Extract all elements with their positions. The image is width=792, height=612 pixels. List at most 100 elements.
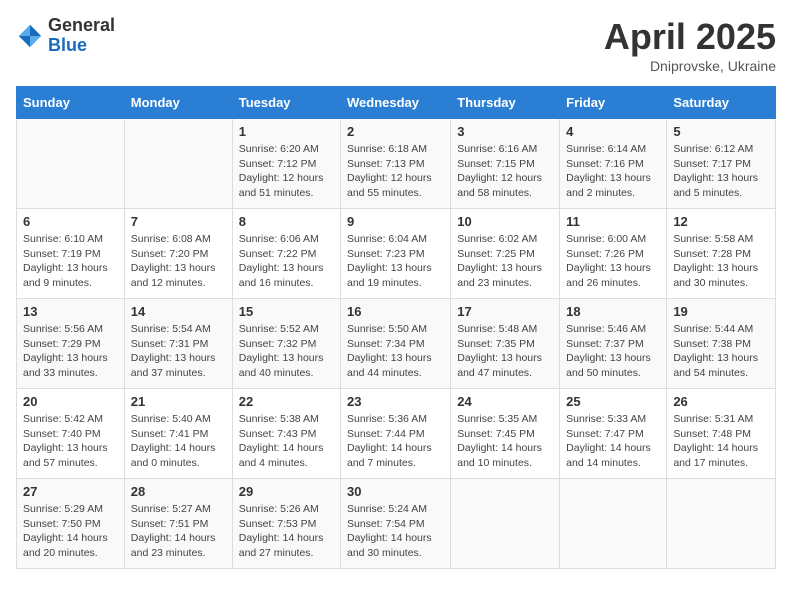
cell-0-4: 3 Sunrise: 6:16 AM Sunset: 7:15 PM Daylig… xyxy=(451,119,560,209)
cell-0-6: 5 Sunrise: 6:12 AM Sunset: 7:17 PM Daylig… xyxy=(667,119,776,209)
month-title: April 2025 xyxy=(604,16,776,58)
day-number-26: 26 xyxy=(673,394,769,409)
day-number-23: 23 xyxy=(347,394,444,409)
header: General Blue April 2025 Dniprovske, Ukra… xyxy=(16,16,776,74)
day-info-23: Sunrise: 5:36 AM Sunset: 7:44 PM Dayligh… xyxy=(347,412,444,471)
day-info-26: Sunrise: 5:31 AM Sunset: 7:48 PM Dayligh… xyxy=(673,412,769,471)
cell-4-3: 30 Sunrise: 5:24 AM Sunset: 7:54 PM Dayli… xyxy=(341,479,451,569)
day-number-7: 7 xyxy=(131,214,226,229)
day-info-18: Sunrise: 5:46 AM Sunset: 7:37 PM Dayligh… xyxy=(566,322,660,381)
day-number-8: 8 xyxy=(239,214,334,229)
day-info-9: Sunrise: 6:04 AM Sunset: 7:23 PM Dayligh… xyxy=(347,232,444,291)
cell-0-5: 4 Sunrise: 6:14 AM Sunset: 7:16 PM Daylig… xyxy=(560,119,667,209)
cell-1-1: 7 Sunrise: 6:08 AM Sunset: 7:20 PM Daylig… xyxy=(124,209,232,299)
day-number-29: 29 xyxy=(239,484,334,499)
week-row-2: 6Sunrise: 6:10 AM Sunset: 7:19 PM Daylig… xyxy=(17,209,776,299)
day-number-17: 17 xyxy=(457,304,553,319)
day-info-29: Sunrise: 5:26 AM Sunset: 7:53 PM Dayligh… xyxy=(239,502,334,561)
cell-3-0: 20 Sunrise: 5:42 AM Sunset: 7:40 PM Dayli… xyxy=(17,389,125,479)
day-number-6: 6 xyxy=(23,214,118,229)
day-info-10: Sunrise: 6:02 AM Sunset: 7:25 PM Dayligh… xyxy=(457,232,553,291)
day-info-7: Sunrise: 6:08 AM Sunset: 7:20 PM Dayligh… xyxy=(131,232,226,291)
cell-4-0: 27Sunrise: 5:29 AM Sunset: 7:50 PM Dayli… xyxy=(17,479,125,569)
day-info-20: Sunrise: 5:42 AM Sunset: 7:40 PM Dayligh… xyxy=(23,412,118,471)
logo: General Blue xyxy=(16,16,115,56)
header-sunday: Sunday xyxy=(17,87,125,119)
cell-1-5: 11 Sunrise: 6:00 AM Sunset: 7:26 PM Dayli… xyxy=(560,209,667,299)
logo-text: General Blue xyxy=(48,16,115,56)
day-number-20: 20 xyxy=(23,394,118,409)
day-info-3: Sunrise: 6:16 AM Sunset: 7:15 PM Dayligh… xyxy=(457,142,553,201)
day-number-14: 14 xyxy=(131,304,226,319)
day-number-22: 22 xyxy=(239,394,334,409)
cell-1-2: 8Sunrise: 6:06 AM Sunset: 7:22 PM Daylig… xyxy=(232,209,340,299)
header-friday: Friday xyxy=(560,87,667,119)
day-number-28: 28 xyxy=(131,484,226,499)
day-info-28: Sunrise: 5:27 AM Sunset: 7:51 PM Dayligh… xyxy=(131,502,226,561)
logo-icon xyxy=(16,22,44,50)
header-row: Sunday Monday Tuesday Wednesday Thursday… xyxy=(17,87,776,119)
location-subtitle: Dniprovske, Ukraine xyxy=(604,58,776,74)
day-info-14: Sunrise: 5:54 AM Sunset: 7:31 PM Dayligh… xyxy=(131,322,226,381)
cell-3-3: 23 Sunrise: 5:36 AM Sunset: 7:44 PM Dayli… xyxy=(341,389,451,479)
day-info-21: Sunrise: 5:40 AM Sunset: 7:41 PM Dayligh… xyxy=(131,412,226,471)
day-number-1: 1 xyxy=(239,124,334,139)
day-info-17: Sunrise: 5:48 AM Sunset: 7:35 PM Dayligh… xyxy=(457,322,553,381)
day-number-13: 13 xyxy=(23,304,118,319)
day-number-5: 5 xyxy=(673,124,769,139)
cell-2-1: 14 Sunrise: 5:54 AM Sunset: 7:31 PM Dayli… xyxy=(124,299,232,389)
day-info-5: Sunrise: 6:12 AM Sunset: 7:17 PM Dayligh… xyxy=(673,142,769,201)
cell-3-5: 25Sunrise: 5:33 AM Sunset: 7:47 PM Dayli… xyxy=(560,389,667,479)
day-number-24: 24 xyxy=(457,394,553,409)
cell-2-3: 16 Sunrise: 5:50 AM Sunset: 7:34 PM Dayli… xyxy=(341,299,451,389)
day-number-18: 18 xyxy=(566,304,660,319)
cell-0-0 xyxy=(17,119,125,209)
day-info-11: Sunrise: 6:00 AM Sunset: 7:26 PM Dayligh… xyxy=(566,232,660,291)
cell-2-2: 15 Sunrise: 5:52 AM Sunset: 7:32 PM Dayli… xyxy=(232,299,340,389)
day-info-16: Sunrise: 5:50 AM Sunset: 7:34 PM Dayligh… xyxy=(347,322,444,381)
cell-2-6: 19Sunrise: 5:44 AM Sunset: 7:38 PM Dayli… xyxy=(667,299,776,389)
day-number-15: 15 xyxy=(239,304,334,319)
header-tuesday: Tuesday xyxy=(232,87,340,119)
header-wednesday: Wednesday xyxy=(341,87,451,119)
day-number-19: 19 xyxy=(673,304,769,319)
calendar-table: Sunday Monday Tuesday Wednesday Thursday… xyxy=(16,86,776,569)
cell-4-4 xyxy=(451,479,560,569)
week-row-5: 27Sunrise: 5:29 AM Sunset: 7:50 PM Dayli… xyxy=(17,479,776,569)
day-number-11: 11 xyxy=(566,214,660,229)
day-number-21: 21 xyxy=(131,394,226,409)
header-monday: Monday xyxy=(124,87,232,119)
day-number-9: 9 xyxy=(347,214,444,229)
cell-1-0: 6Sunrise: 6:10 AM Sunset: 7:19 PM Daylig… xyxy=(17,209,125,299)
header-saturday: Saturday xyxy=(667,87,776,119)
day-number-10: 10 xyxy=(457,214,553,229)
day-info-15: Sunrise: 5:52 AM Sunset: 7:32 PM Dayligh… xyxy=(239,322,334,381)
day-info-1: Sunrise: 6:20 AM Sunset: 7:12 PM Dayligh… xyxy=(239,142,334,201)
cell-0-1 xyxy=(124,119,232,209)
day-number-27: 27 xyxy=(23,484,118,499)
week-row-1: 1 Sunrise: 6:20 AM Sunset: 7:12 PM Daylig… xyxy=(17,119,776,209)
cell-4-5 xyxy=(560,479,667,569)
cell-3-2: 22Sunrise: 5:38 AM Sunset: 7:43 PM Dayli… xyxy=(232,389,340,479)
cell-1-6: 12Sunrise: 5:58 AM Sunset: 7:28 PM Dayli… xyxy=(667,209,776,299)
cell-0-3: 2Sunrise: 6:18 AM Sunset: 7:13 PM Daylig… xyxy=(341,119,451,209)
day-info-2: Sunrise: 6:18 AM Sunset: 7:13 PM Dayligh… xyxy=(347,142,444,201)
day-number-30: 30 xyxy=(347,484,444,499)
day-number-3: 3 xyxy=(457,124,553,139)
day-info-4: Sunrise: 6:14 AM Sunset: 7:16 PM Dayligh… xyxy=(566,142,660,201)
cell-1-3: 9 Sunrise: 6:04 AM Sunset: 7:23 PM Daylig… xyxy=(341,209,451,299)
logo-general-text: General xyxy=(48,16,115,36)
day-info-30: Sunrise: 5:24 AM Sunset: 7:54 PM Dayligh… xyxy=(347,502,444,561)
cell-2-0: 13Sunrise: 5:56 AM Sunset: 7:29 PM Dayli… xyxy=(17,299,125,389)
day-number-16: 16 xyxy=(347,304,444,319)
cell-3-1: 21 Sunrise: 5:40 AM Sunset: 7:41 PM Dayli… xyxy=(124,389,232,479)
cell-1-4: 10 Sunrise: 6:02 AM Sunset: 7:25 PM Dayli… xyxy=(451,209,560,299)
title-area: April 2025 Dniprovske, Ukraine xyxy=(604,16,776,74)
day-info-25: Sunrise: 5:33 AM Sunset: 7:47 PM Dayligh… xyxy=(566,412,660,471)
calendar-body: 1 Sunrise: 6:20 AM Sunset: 7:12 PM Daylig… xyxy=(17,119,776,569)
cell-4-2: 29 Sunrise: 5:26 AM Sunset: 7:53 PM Dayli… xyxy=(232,479,340,569)
logo-blue-text: Blue xyxy=(48,36,115,56)
day-number-4: 4 xyxy=(566,124,660,139)
day-info-24: Sunrise: 5:35 AM Sunset: 7:45 PM Dayligh… xyxy=(457,412,553,471)
cell-2-4: 17 Sunrise: 5:48 AM Sunset: 7:35 PM Dayli… xyxy=(451,299,560,389)
